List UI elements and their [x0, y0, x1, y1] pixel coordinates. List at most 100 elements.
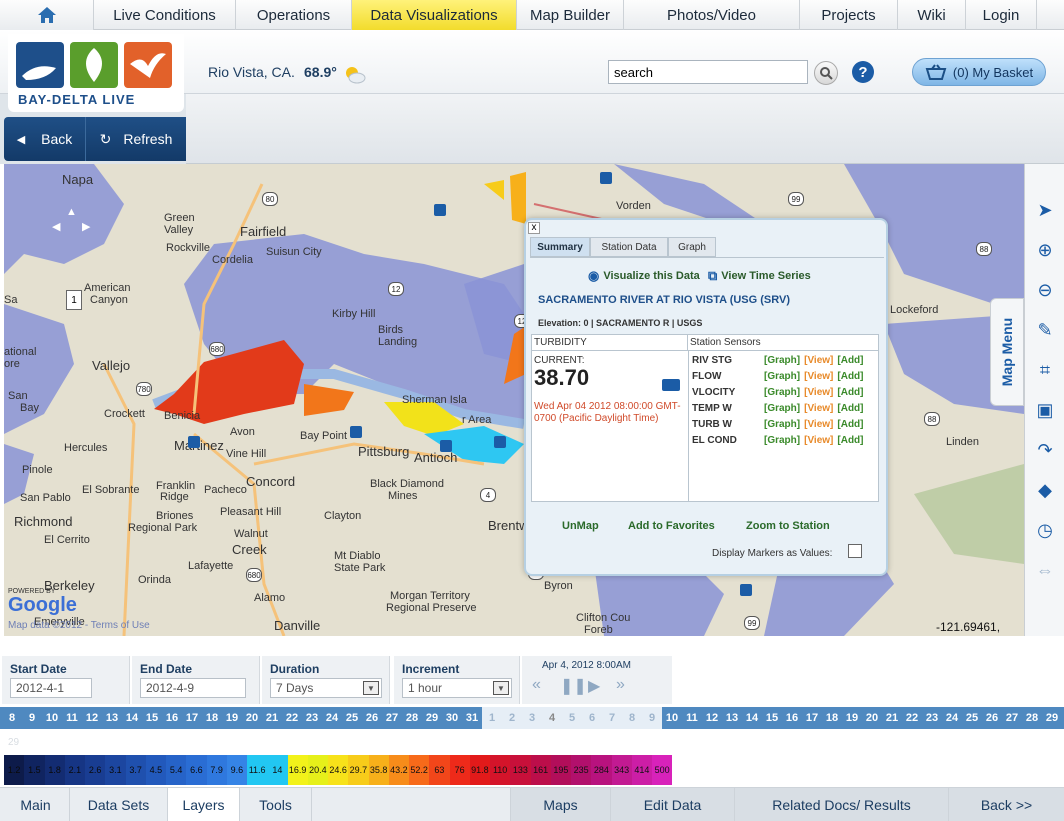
zoom-to-station-link[interactable]: Zoom to Station — [746, 520, 830, 532]
pan-up-icon[interactable]: ▲ — [66, 206, 77, 218]
nav-operations[interactable]: Operations — [236, 0, 352, 30]
start-date-input[interactable]: 2012-4-1 — [10, 678, 92, 698]
timeline-tick[interactable]: 10 — [662, 707, 682, 729]
timeline-tick[interactable]: 19 — [222, 707, 242, 729]
timeline-tick[interactable]: 26 — [982, 707, 1002, 729]
timeline-tick[interactable]: 23 — [302, 707, 322, 729]
tab-related-docs-results[interactable]: Related Docs/ Results — [734, 788, 948, 821]
sensor-view-link[interactable]: [View] — [804, 419, 833, 435]
sensor-view-link[interactable]: [View] — [804, 403, 833, 419]
layers-icon[interactable]: ◆ — [1033, 478, 1057, 502]
timeline-tick[interactable]: 22 — [902, 707, 922, 729]
timeline-tick[interactable]: 26 — [362, 707, 382, 729]
tab-tools[interactable]: Tools — [240, 788, 312, 821]
nav-live-conditions[interactable]: Live Conditions — [94, 0, 236, 30]
timeline-tick[interactable]: 7 — [602, 707, 622, 729]
timeline-tick[interactable]: 4 — [542, 707, 562, 729]
timeline-tick[interactable]: 25 — [962, 707, 982, 729]
station-marker[interactable] — [188, 436, 200, 448]
sensor-add-link[interactable]: [Add] — [837, 403, 863, 419]
timeline-tick[interactable]: 5 — [562, 707, 582, 729]
sensor-graph-link[interactable]: [Graph] — [764, 419, 800, 435]
unmap-link[interactable]: UnMap — [562, 520, 599, 532]
rewind-icon[interactable]: « — [532, 676, 541, 694]
timeline-tick[interactable]: 22 — [282, 707, 302, 729]
pause-icon[interactable]: ❚❚ — [560, 676, 587, 696]
tab-back-[interactable]: Back >> — [948, 788, 1064, 821]
station-marker[interactable] — [494, 436, 506, 448]
zoom-out-icon[interactable]: ⊖ — [1033, 278, 1057, 302]
tab-main[interactable]: Main — [2, 788, 70, 821]
play-icon[interactable]: ▶ — [588, 676, 600, 696]
timeline-tick[interactable]: 23 — [922, 707, 942, 729]
timeline-tick[interactable]: 1 — [482, 707, 502, 729]
fast-forward-icon[interactable]: » — [616, 676, 625, 694]
pencil-icon[interactable]: ✎ — [1033, 318, 1057, 342]
sensor-graph-link[interactable]: [Graph] — [764, 387, 800, 403]
timeline-tick[interactable]: 11 — [62, 707, 82, 729]
timeline-tick[interactable]: 13 — [722, 707, 742, 729]
timeline-tick[interactable]: 11 — [682, 707, 702, 729]
map-menu-tab[interactable]: Map Menu — [990, 298, 1024, 406]
nav-projects[interactable]: Projects — [800, 0, 898, 30]
add-to-favorites-link[interactable]: Add to Favorites — [628, 520, 715, 532]
timeline-tick[interactable]: 15 — [142, 707, 162, 729]
visualize-link[interactable]: ◉ Visualize this Data — [588, 268, 700, 284]
nav-login[interactable]: Login — [966, 0, 1037, 30]
nav-photos-video[interactable]: Photos/Video — [624, 0, 800, 30]
timeline-tick[interactable]: 21 — [882, 707, 902, 729]
timeline-tick[interactable]: 18 — [822, 707, 842, 729]
timeline-tick[interactable]: 2 — [502, 707, 522, 729]
timeline-tick[interactable]: 27 — [1002, 707, 1022, 729]
time-series-link[interactable]: ⧉ View Time Series — [708, 268, 811, 284]
tab-maps[interactable]: Maps — [510, 788, 610, 821]
timeline-tick[interactable]: 20 — [862, 707, 882, 729]
timeline-tick[interactable]: 14 — [742, 707, 762, 729]
pan-right-icon[interactable]: ▶ — [82, 220, 90, 233]
station-marker[interactable] — [440, 440, 452, 452]
search-input[interactable] — [608, 60, 808, 84]
station-marker[interactable] — [434, 204, 446, 216]
crop-icon[interactable]: ⌗ — [1033, 358, 1057, 382]
timeline-tick[interactable]: 28 — [402, 707, 422, 729]
timeline-tick[interactable]: 10 — [42, 707, 62, 729]
tab-summary[interactable]: Summary — [530, 237, 590, 257]
timeline-tick[interactable]: 8 — [622, 707, 642, 729]
timeline-tick[interactable]: 29 — [422, 707, 442, 729]
tab-graph[interactable]: Graph — [668, 237, 716, 257]
zoom-in-icon[interactable]: ⊕ — [1033, 238, 1057, 262]
timeline-tick[interactable]: 17 — [182, 707, 202, 729]
timeline-tick[interactable]: 21 — [262, 707, 282, 729]
timeline-tick[interactable]: 18 — [202, 707, 222, 729]
street-view-icon[interactable]: 1 — [66, 290, 82, 310]
timeline-tick[interactable]: 16 — [782, 707, 802, 729]
timeline-tick[interactable]: 29 — [1042, 707, 1062, 729]
timeline-tick[interactable]: 17 — [802, 707, 822, 729]
chevron-down-icon[interactable]: ▼ — [363, 681, 379, 695]
timeline-tick[interactable]: 27 — [382, 707, 402, 729]
sensor-add-link[interactable]: [Add] — [837, 355, 863, 371]
sensor-view-link[interactable]: [View] — [804, 387, 833, 403]
timeline-tick[interactable]: 12 — [82, 707, 102, 729]
increment-select[interactable]: 1 hour ▼ — [402, 678, 512, 698]
pointer-icon[interactable]: ➤ — [1033, 198, 1057, 222]
timeline-tick[interactable]: 28 — [1022, 707, 1042, 729]
timeline-tick[interactable]: 24 — [942, 707, 962, 729]
timeline-tick[interactable]: 9 — [642, 707, 662, 729]
duration-select[interactable]: 7 Days ▼ — [270, 678, 382, 698]
chevron-down-icon[interactable]: ▼ — [493, 681, 509, 695]
sensor-graph-link[interactable]: [Graph] — [764, 403, 800, 419]
timeline-tick[interactable]: 9 — [22, 707, 42, 729]
station-marker[interactable] — [740, 584, 752, 596]
timeline-tick[interactable]: 15 — [762, 707, 782, 729]
sensor-add-link[interactable]: [Add] — [837, 435, 863, 451]
sensor-view-link[interactable]: [View] — [804, 355, 833, 371]
nav-wiki[interactable]: Wiki — [898, 0, 966, 30]
timeline-tick[interactable]: 13 — [102, 707, 122, 729]
basket-button[interactable]: (0) My Basket — [912, 58, 1046, 86]
bay-delta-live-logo[interactable]: BAY-DELTA LIVE — [8, 34, 184, 112]
timeline-tick[interactable]: 6 — [582, 707, 602, 729]
station-marker[interactable] — [350, 426, 362, 438]
share-icon[interactable]: ↷ — [1033, 438, 1057, 462]
timeline-tick[interactable]: 25 — [342, 707, 362, 729]
